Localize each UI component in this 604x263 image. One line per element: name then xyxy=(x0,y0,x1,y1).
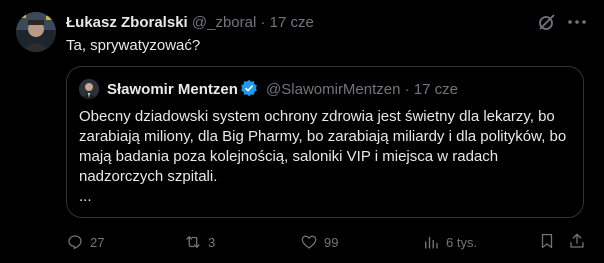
repost-count: 3 xyxy=(208,234,216,250)
like-button[interactable]: 99 xyxy=(300,232,338,252)
quoted-author-name[interactable]: Sławomir Mentzen xyxy=(107,81,238,98)
reply-count: 27 xyxy=(90,234,105,250)
quoted-avatar-image xyxy=(79,79,99,99)
quoted-text: Obecny dziadowski system ochrony zdrowia… xyxy=(79,108,567,185)
quoted-author-handle[interactable]: @SlawomirMentzen xyxy=(266,81,400,98)
author-name[interactable]: Łukasz Zboralski xyxy=(66,14,188,31)
author-avatar[interactable] xyxy=(16,12,56,52)
tweet-header: Łukasz Zboralski @_zboral · 17 cze xyxy=(66,13,314,33)
views-icon xyxy=(425,236,438,249)
quoted-author-avatar[interactable] xyxy=(79,79,99,99)
share-button[interactable] xyxy=(568,232,586,252)
tweet-time[interactable]: 17 cze xyxy=(270,14,314,31)
quoted-time[interactable]: 17 cze xyxy=(414,81,458,98)
repost-button[interactable]: 3 xyxy=(184,232,215,252)
views-count: 6 tys. xyxy=(446,234,478,250)
separator: · xyxy=(404,81,410,98)
verified-badge-icon xyxy=(240,79,258,97)
author-handle[interactable]: @_zboral xyxy=(192,14,256,31)
more-icon[interactable] xyxy=(565,12,589,32)
share-icon xyxy=(570,233,584,248)
bookmark-icon xyxy=(541,233,553,249)
quoted-ellipsis: ... xyxy=(79,188,92,205)
quoted-tweet[interactable]: Sławomir Mentzen @SlawomirMentzen · 17 c… xyxy=(66,66,584,218)
action-bar: 27 3 99 6 tys. xyxy=(66,232,588,252)
reply-button[interactable]: 27 xyxy=(66,232,104,252)
repost-icon xyxy=(186,236,200,248)
grok-icon[interactable] xyxy=(537,12,557,32)
views-button[interactable]: 6 tys. xyxy=(422,232,477,252)
tweet-text: Ta, sprywatyzować? xyxy=(66,37,201,54)
quoted-header: Sławomir Mentzen @SlawomirMentzen · 17 c… xyxy=(107,79,458,100)
author-avatar-image xyxy=(16,12,56,52)
heart-icon xyxy=(301,235,317,249)
reply-icon xyxy=(68,235,82,250)
like-count: 99 xyxy=(324,234,339,250)
separator: · xyxy=(260,14,266,31)
tweet[interactable]: Łukasz Zboralski @_zboral · 17 cze Ta, s… xyxy=(0,0,604,263)
bookmark-button[interactable] xyxy=(538,232,556,252)
quoted-text-block: Obecny dziadowski system ochrony zdrowia… xyxy=(79,107,575,207)
